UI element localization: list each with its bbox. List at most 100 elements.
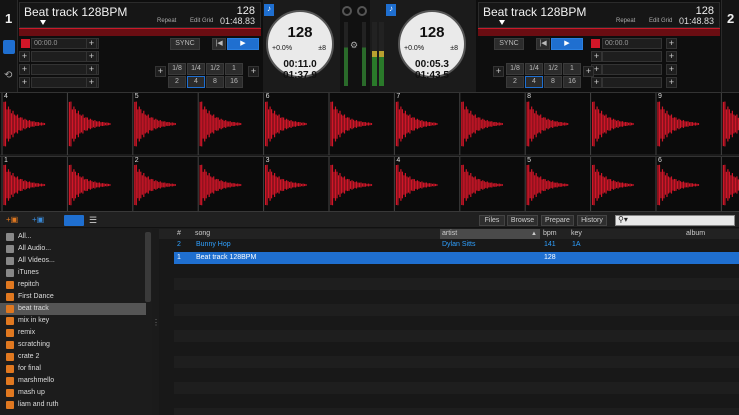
deck-2-cue-1[interactable]: 00:00.0 (602, 38, 662, 49)
add-crate-icon[interactable]: +▣ (6, 215, 24, 226)
deck-1-loop-1-4[interactable]: 1/4 (187, 63, 205, 75)
sidebar-item[interactable]: repitch (0, 279, 146, 291)
deck-1-key-icon[interactable]: ♪ (264, 4, 274, 16)
deck-1-add-cue-6[interactable]: + (86, 51, 97, 62)
deck-1-edit-grid[interactable]: Edit Grid (190, 18, 213, 24)
deck-1-platter[interactable]: 128 +0.0% ±8 00:11.0 01:37.9 (266, 10, 334, 81)
search-input[interactable]: ⚲▾ (615, 215, 735, 226)
deck-2-edit-grid[interactable]: Edit Grid (649, 18, 672, 24)
deck-2-loop-1[interactable]: 1 (563, 63, 581, 75)
deck-1-loop-1-2[interactable]: 1/2 (206, 63, 224, 75)
gain-knob-right-icon[interactable] (357, 6, 367, 16)
deck-1-loop-mode-icon[interactable]: ⟲ (4, 70, 12, 81)
deck-2-loop-add-2[interactable]: + (583, 66, 594, 77)
deck-1-loop-1-8[interactable]: 1/8 (168, 63, 186, 75)
deck-2-overview[interactable] (478, 28, 720, 36)
sidebar-item[interactable]: scratching (0, 339, 146, 351)
sidebar-item[interactable]: marshmello (0, 375, 146, 387)
mixer-gear-icon[interactable]: ⚙ (350, 40, 360, 52)
deck-2-cue-slot-3[interactable] (602, 64, 662, 75)
album-art-view-icon[interactable] (64, 215, 84, 226)
deck-2-loop-1-2[interactable]: 1/2 (544, 63, 562, 75)
deck-2-loop-4[interactable]: 4 (525, 76, 543, 88)
deck-2-play-button[interactable]: ▶ (551, 38, 583, 50)
col-album[interactable]: album (686, 229, 705, 239)
col-number[interactable]: # (177, 229, 181, 239)
sidebar-item[interactable]: All Audio... (0, 243, 146, 255)
deck-1-add-cue-3[interactable]: + (19, 64, 30, 75)
deck-2-cue-slot-4[interactable] (602, 77, 662, 88)
deck-2-sync-button[interactable]: SYNC (494, 38, 524, 50)
sidebar-item[interactable]: crate 2 (0, 351, 146, 363)
deck-1-add-cue-7[interactable]: + (86, 64, 97, 75)
deck-2-add-cue-4[interactable]: + (591, 77, 602, 88)
deck-1-play-button[interactable]: ▶ (227, 38, 259, 50)
table-row[interactable]: 2 Bunny Hop Dylan Sitts 141 1A (174, 239, 739, 251)
tab-files[interactable]: Files (479, 215, 505, 226)
table-row-selected[interactable]: 1 Beat track 128BPM 128 (174, 252, 739, 264)
col-key[interactable]: key (571, 229, 582, 239)
tab-history[interactable]: History (577, 215, 607, 226)
sidebar-item[interactable]: mix in key (0, 315, 146, 327)
deck-2-loop-add[interactable]: + (493, 66, 504, 77)
deck-1-prev-button[interactable]: |◀ (212, 38, 226, 50)
list-view-icon[interactable]: ☰ (89, 215, 109, 226)
col-bpm[interactable]: bpm (543, 229, 557, 239)
tab-prepare[interactable]: Prepare (541, 215, 574, 226)
sidebar-item[interactable]: liam and ruth (0, 399, 146, 411)
deck-2-repeat[interactable]: Repeat (616, 18, 635, 24)
sidebar-item[interactable]: remix (0, 327, 146, 339)
deck-2-key-icon[interactable]: ♪ (386, 4, 396, 16)
deck-2-add-cue-5[interactable]: + (666, 38, 677, 49)
crate-icon (6, 389, 14, 397)
deck-2-add-cue-2[interactable]: + (591, 51, 602, 62)
deck-1-loop-4[interactable]: 4 (187, 76, 205, 88)
deck-1-overview[interactable] (19, 28, 261, 36)
sidebar-item[interactable]: beat track (0, 303, 146, 315)
tab-browse[interactable]: Browse (507, 215, 538, 226)
deck-1-cue-icon[interactable] (21, 39, 30, 48)
add-smart-crate-icon[interactable]: +▣ (32, 215, 50, 226)
sidebar-item-label: mash up (18, 389, 45, 396)
sidebar-item[interactable]: All Videos... (0, 255, 146, 267)
deck-2-loop-1-8[interactable]: 1/8 (506, 63, 524, 75)
deck-2-add-cue-8[interactable]: + (666, 77, 677, 88)
deck-2-prev-button[interactable]: |◀ (536, 38, 550, 50)
deck-1-add-cue-5[interactable]: + (86, 38, 97, 49)
library-icon (6, 257, 14, 265)
gain-knob-left-icon[interactable] (342, 6, 352, 16)
deck-1-add-cue-8[interactable]: + (86, 77, 97, 88)
sidebar-item[interactable]: All... (0, 231, 146, 243)
col-artist[interactable]: artist ▲ (440, 229, 540, 239)
sort-arrow-icon: ▲ (531, 231, 537, 237)
sidebar-item[interactable]: iTunes (0, 267, 146, 279)
deck-2-cue-icon[interactable] (591, 39, 600, 48)
deck-1-add-cue-2[interactable]: + (19, 51, 30, 62)
deck-2-add-cue-7[interactable]: + (666, 64, 677, 75)
deck-1-repeat[interactable]: Repeat (157, 18, 176, 24)
deck-1-add-cue-4[interactable]: + (19, 77, 30, 88)
deck-1-loop-add[interactable]: + (155, 66, 166, 77)
deck-2-platter[interactable]: 128 +0.0% ±8 00:05.3 01:43.5 (398, 10, 466, 81)
deck-1-loop-add-2[interactable]: + (248, 66, 259, 77)
deck-2-add-cue-6[interactable]: + (666, 51, 677, 62)
deck-2-loop-1-4[interactable]: 1/4 (525, 63, 543, 75)
deck-1-loop-8[interactable]: 8 (206, 76, 224, 88)
sidebar-item-label: for final (18, 365, 41, 372)
sidebar-item[interactable]: First Dance (0, 291, 146, 303)
deck-2-loop-8[interactable]: 8 (544, 76, 562, 88)
deck-2-loop-16[interactable]: 16 (563, 76, 581, 88)
deck-1-loop-1[interactable]: 1 (225, 63, 243, 75)
waveform-deck-1[interactable]: 4 5 6 7 8 9 (0, 92, 739, 155)
deck-1-loop-16[interactable]: 16 (225, 76, 243, 88)
sidebar-scrollbar[interactable] (145, 232, 151, 302)
sidebar-item[interactable]: for final (0, 363, 146, 375)
deck-2-loop-2[interactable]: 2 (506, 76, 524, 88)
deck-2-cue-slot-2[interactable] (602, 51, 662, 62)
waveform-deck-2[interactable]: 1 2 3 4 5 6 (0, 156, 739, 218)
col-song[interactable]: song (195, 229, 210, 239)
deck-1-cue-mode-icon[interactable] (3, 40, 15, 54)
deck-1-sync-button[interactable]: SYNC (170, 38, 200, 50)
deck-1-loop-2[interactable]: 2 (168, 76, 186, 88)
sidebar-item[interactable]: mash up (0, 387, 146, 399)
